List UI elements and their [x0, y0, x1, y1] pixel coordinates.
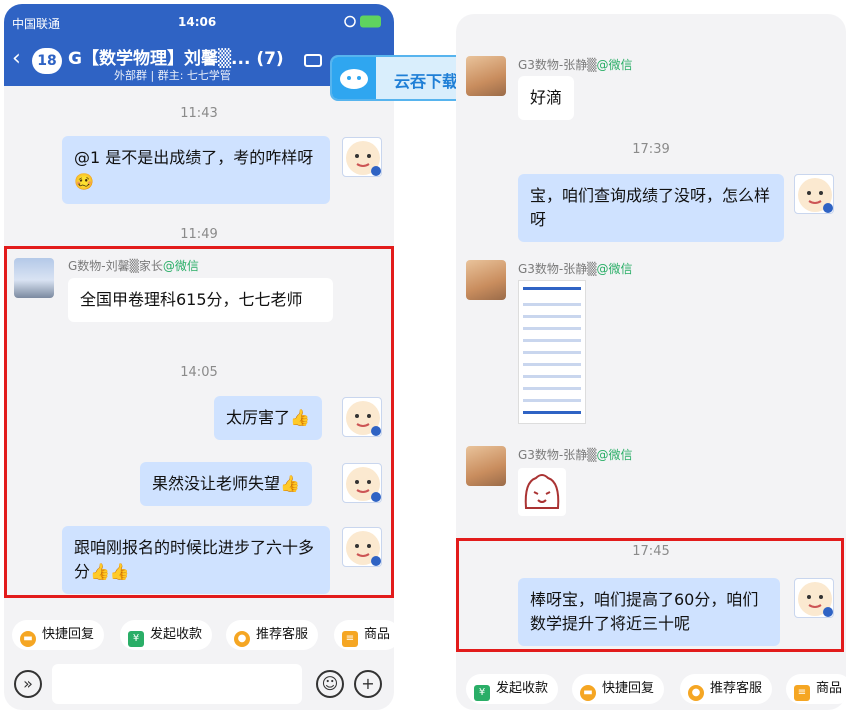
- product-button[interactable]: ≡ 商品: [786, 674, 846, 704]
- quick-action-bar: ▬ 快捷回复 ¥ 发起收款 ● 推荐客服 ≡ 商品: [4, 610, 394, 660]
- message-bubble[interactable]: 宝，咱们查询成绩了没呀，怎么样呀: [518, 174, 784, 242]
- highlight-box: [456, 538, 844, 652]
- battery-icon: [344, 15, 381, 28]
- wechat-tag: @微信: [596, 58, 633, 72]
- sender-name: G3数物-张静▒@微信: [518, 262, 633, 276]
- timestamp: 17:39: [632, 142, 670, 157]
- timestamp: 11:49: [180, 227, 218, 242]
- download-tag-label: 云吞下载: [394, 72, 459, 91]
- product-icon: ≡: [342, 631, 358, 647]
- input-bar: » ☺ +: [4, 658, 394, 710]
- image-message[interactable]: [518, 280, 586, 424]
- highlight-box: [4, 246, 394, 598]
- sticker-image[interactable]: [518, 468, 566, 516]
- cloud-icon: [332, 57, 376, 99]
- avatar[interactable]: [466, 446, 506, 486]
- status-time: 14:06: [178, 15, 217, 29]
- wechat-tag: @微信: [596, 448, 633, 462]
- quick-reply-button[interactable]: ▬ 快捷回复: [12, 620, 105, 650]
- yuan-icon: ¥: [128, 631, 144, 647]
- message-bubble[interactable]: 好滴: [518, 76, 575, 120]
- message-bubble[interactable]: @1 是不是出成绩了，考的咋样呀🥴: [62, 136, 330, 204]
- avatar[interactable]: [466, 56, 506, 96]
- carrier-label: 中国联通: [12, 17, 61, 31]
- quick-reply-button[interactable]: ▬ 快捷回复: [572, 674, 665, 704]
- yuan-icon: ¥: [474, 685, 490, 701]
- voice-icon[interactable]: »: [14, 670, 42, 698]
- video-call-icon[interactable]: [304, 54, 322, 67]
- message-input[interactable]: [52, 664, 302, 704]
- collect-payment-button[interactable]: ¥ 发起收款: [120, 620, 213, 650]
- chat-title[interactable]: G【数学物理】刘馨▒... (7): [68, 44, 284, 69]
- wechat-tag: @微信: [596, 262, 633, 276]
- right-chat-screen: G3数物-张静▒@微信 好滴 17:39 宝，咱们查询成绩了没呀，怎么样呀 G3…: [456, 14, 846, 710]
- avatar[interactable]: [342, 137, 382, 177]
- timestamp: 11:43: [180, 106, 218, 121]
- quick-action-bar: ¥ 发起收款 ▬ 快捷回复 ● 推荐客服 ≡ 商品: [456, 664, 846, 710]
- service-icon: ●: [234, 631, 250, 647]
- avatar[interactable]: [794, 174, 834, 214]
- avatar[interactable]: [466, 260, 506, 300]
- chat-subtitle: 外部群 | 群主: 七七学管: [114, 69, 231, 82]
- product-button[interactable]: ≡ 商品: [334, 620, 394, 650]
- service-icon: ●: [688, 685, 704, 701]
- status-bar: 中国联通 14:06: [4, 4, 394, 38]
- plus-icon[interactable]: +: [354, 670, 382, 698]
- recommend-service-button[interactable]: ● 推荐客服: [680, 674, 773, 704]
- product-icon: ≡: [794, 685, 810, 701]
- chat-icon: ▬: [20, 631, 36, 647]
- emoji-icon[interactable]: ☺: [316, 670, 344, 698]
- left-chat-screen: 中国联通 14:06 ‹ 18 G【数学物理】刘馨▒... (7) 外部群 | …: [4, 4, 394, 710]
- chat-icon: ▬: [580, 685, 596, 701]
- unread-count-badge[interactable]: 18: [32, 48, 62, 74]
- recommend-service-button[interactable]: ● 推荐客服: [226, 620, 319, 650]
- sender-name: G3数物-张静▒@微信: [518, 58, 633, 72]
- sender-name: G3数物-张静▒@微信: [518, 448, 633, 462]
- collect-payment-button[interactable]: ¥ 发起收款: [466, 674, 559, 704]
- back-icon[interactable]: ‹: [12, 48, 21, 70]
